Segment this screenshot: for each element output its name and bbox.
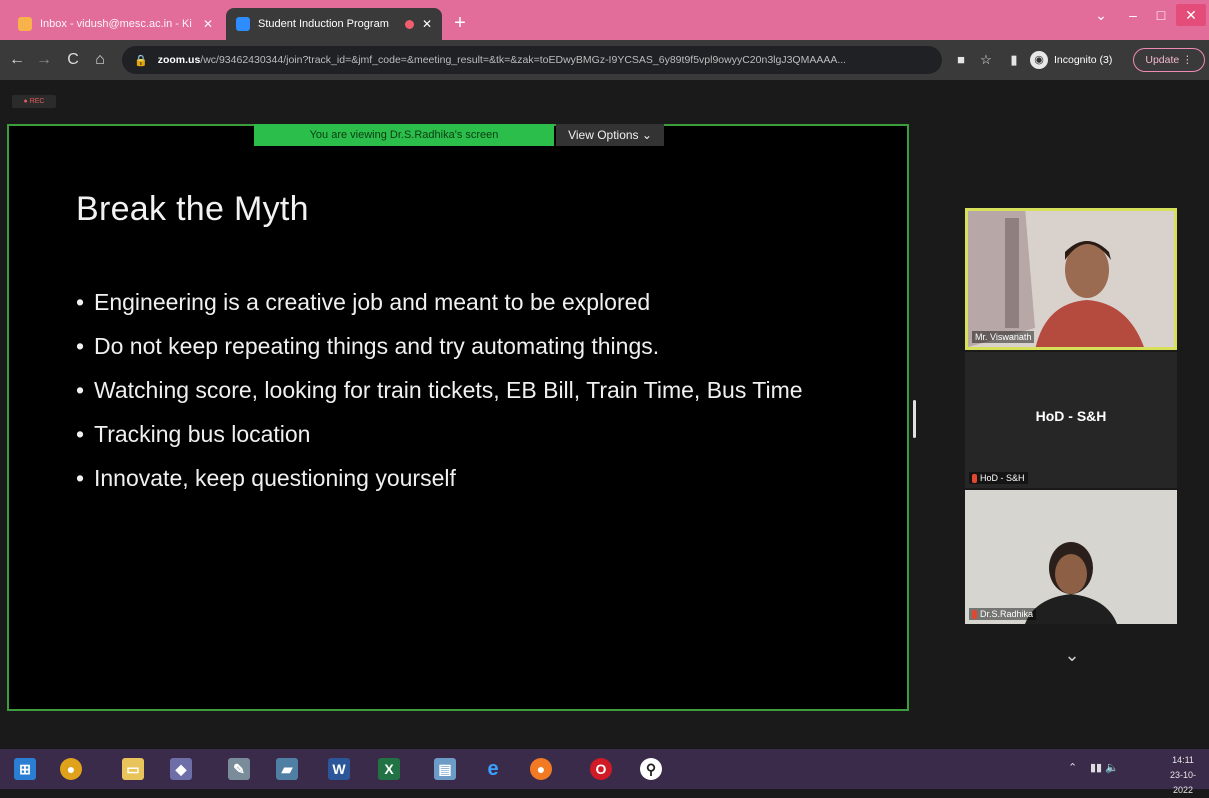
windows-taskbar: ⊞ ● ▭ ◆ ✎ ▰ W X ▤ e ● O ⚲ ⌃ ▮▮ 🔈 14:11 2… xyxy=(0,749,1209,795)
excel-icon: X xyxy=(378,758,400,780)
map-pin-icon: ⚲ xyxy=(640,758,662,780)
app-icon: ◆ xyxy=(170,758,192,780)
paint-icon: ✎ xyxy=(228,758,250,780)
zoom-icon xyxy=(236,17,250,31)
folder-icon: ▭ xyxy=(122,758,144,780)
tab-inbox[interactable]: Inbox - vidush@mesc.ac.in - Ki ✕ xyxy=(8,8,223,40)
participant-video xyxy=(965,490,1177,624)
taskbar-maps[interactable]: ⚲ xyxy=(634,753,668,785)
close-window-button[interactable]: ✕ xyxy=(1176,4,1206,26)
windows-logo-icon: ⊞ xyxy=(14,758,36,780)
participant-tile-hod[interactable]: HoD - S&H HoD - S&H xyxy=(965,352,1177,488)
participant-name-tag: Dr.S.Radhika xyxy=(969,607,1037,620)
recording-badge: ● REC xyxy=(12,95,56,108)
taskbar-app-3[interactable]: ▤ xyxy=(428,753,462,785)
url-text: zoom.us/wc/93462430344/join?track_id=&jm… xyxy=(158,54,846,66)
url-path: /wc/93462430344/join?track_id=&jmf_code=… xyxy=(200,54,847,66)
scroll-participants-button[interactable]: ⌄ xyxy=(1062,645,1082,665)
address-bar[interactable]: 🔒 zoom.us/wc/93462430344/join?track_id=&… xyxy=(122,46,942,74)
participant-tile-radhika[interactable]: Dr.S.Radhika xyxy=(965,490,1177,624)
reload-button[interactable]: C xyxy=(62,49,84,71)
word-icon: W xyxy=(328,758,350,780)
gmail-icon xyxy=(18,17,32,31)
participant-video xyxy=(968,211,1174,347)
maximize-button[interactable]: □ xyxy=(1145,4,1177,26)
slide-bullet: • Do not keep repeating things and try au… xyxy=(76,333,660,359)
url-host: zoom.us xyxy=(157,54,201,66)
back-button[interactable]: ← xyxy=(6,49,28,71)
incognito-icon: ◉ xyxy=(1030,51,1048,69)
taskbar-firefox[interactable]: ● xyxy=(524,753,558,785)
app-icon: ▰ xyxy=(276,758,298,780)
browser-tab-strip: Inbox - vidush@mesc.ac.in - Ki ✕ Student… xyxy=(0,0,1209,40)
taskbar-edge[interactable]: e xyxy=(476,753,510,785)
slide-bullet: • Watching score, looking for train ticke… xyxy=(76,377,803,403)
tab-label: Student Induction Program xyxy=(258,18,389,30)
slide-bullet-list: • Engineering is a creative job and meant… xyxy=(76,280,803,500)
tab-student-induction[interactable]: Student Induction Program ✕ xyxy=(226,8,442,40)
new-tab-button[interactable]: + xyxy=(448,12,472,36)
home-button[interactable]: ⌂ xyxy=(89,49,111,71)
tray-network-volume-icons[interactable]: ▮▮ 🔈 xyxy=(1090,761,1119,774)
participant-name: Mr. Viswanath xyxy=(972,331,1035,343)
taskbar-file-explorer[interactable]: ▭ xyxy=(116,753,150,785)
taskbar-paint[interactable]: ✎ xyxy=(222,753,256,785)
camera-in-use-icon[interactable]: ■ xyxy=(950,49,972,71)
app-icon: ▤ xyxy=(434,758,456,780)
participant-name-tag: HoD - S&H xyxy=(969,471,1028,484)
incognito-label: Incognito (3) xyxy=(1054,54,1113,66)
incognito-indicator[interactable]: ◉ Incognito (3) xyxy=(1030,48,1112,72)
chrome-icon: ● xyxy=(60,758,82,780)
muted-mic-icon xyxy=(972,474,977,483)
opera-icon: O xyxy=(590,758,612,780)
browser-toolbar: ← → C ⌂ 🔒 zoom.us/wc/93462430344/join?tr… xyxy=(0,40,1209,80)
forward-button[interactable]: → xyxy=(33,49,55,71)
participant-display-name: HoD - S&H xyxy=(1035,408,1107,424)
participant-tile-viswanath[interactable]: Mr. Viswanath xyxy=(965,208,1177,350)
clock-time: 14:11 xyxy=(1172,755,1194,765)
update-button[interactable]: Update ⋮ xyxy=(1133,48,1205,72)
close-tab-icon[interactable]: ✕ xyxy=(203,17,213,31)
muted-mic-icon xyxy=(972,610,977,619)
update-label: Update xyxy=(1145,54,1180,66)
clock-date: 23-10-2022 xyxy=(1169,770,1196,795)
taskbar-app-2[interactable]: ▰ xyxy=(270,753,304,785)
taskbar-word[interactable]: W xyxy=(322,753,356,785)
view-options-button[interactable]: View Options ⌄ xyxy=(556,124,664,146)
taskbar-excel[interactable]: X xyxy=(372,753,406,785)
tray-overflow-icon[interactable]: ⌃ xyxy=(1068,761,1077,774)
system-clock[interactable]: 14:11 23-10-2022 xyxy=(1160,753,1206,798)
ie-icon: e xyxy=(487,757,499,780)
viewing-screen-banner: You are viewing Dr.S.Radhika's screen xyxy=(254,124,554,146)
tab-search-button[interactable]: ⌄ xyxy=(1085,4,1117,26)
slide-bullet: • Innovate, keep questioning yourself xyxy=(76,465,456,491)
panel-resize-handle[interactable] xyxy=(913,400,916,438)
firefox-icon: ● xyxy=(530,758,552,780)
bookmark-star-icon[interactable]: ☆ xyxy=(975,49,997,71)
taskbar-opera[interactable]: O xyxy=(584,753,618,785)
slide-bullet: • Engineering is a creative job and meant… xyxy=(76,289,651,315)
taskbar-app-1[interactable]: ◆ xyxy=(164,753,198,785)
viewing-banner-text: You are viewing Dr.S.Radhika's screen xyxy=(309,129,499,141)
slide-bullet: • Tracking bus location xyxy=(76,421,311,447)
taskbar-chrome[interactable]: ● xyxy=(54,753,88,785)
side-panel-icon[interactable]: ▮ xyxy=(1003,49,1025,71)
recording-icon xyxy=(404,19,414,29)
close-tab-icon[interactable]: ✕ xyxy=(422,17,432,31)
lock-icon[interactable]: 🔒 xyxy=(134,54,148,67)
slide-title: Break the Myth xyxy=(76,190,309,228)
start-button[interactable]: ⊞ xyxy=(8,753,42,785)
tab-label: Inbox - vidush@mesc.ac.in - Ki xyxy=(40,18,192,30)
